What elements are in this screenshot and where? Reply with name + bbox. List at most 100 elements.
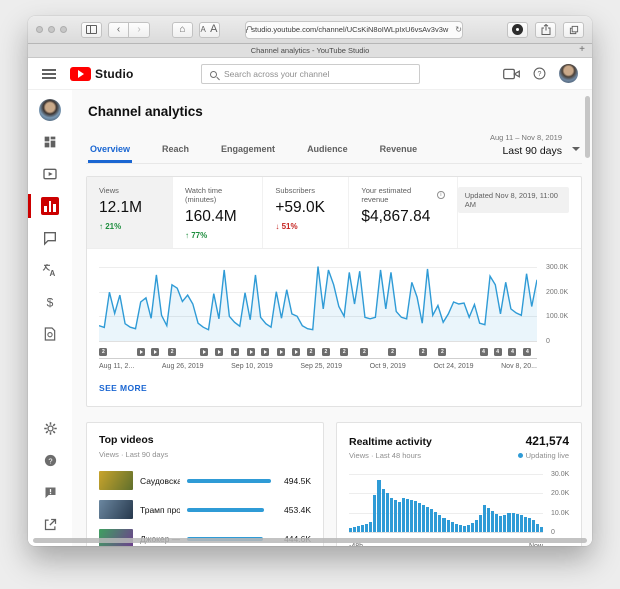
overview-card: Views 12.1M ↑ 21% Watch time (minutes) 160.4… — [86, 176, 582, 407]
svg-text:$: $ — [47, 296, 54, 310]
tab-engagement[interactable]: Engagement — [219, 140, 277, 163]
video-marker[interactable] — [230, 348, 239, 356]
analytics-icon — [41, 197, 59, 215]
sidebar-item-settings[interactable] — [28, 412, 72, 444]
sidebar-item-copyright[interactable] — [28, 318, 72, 350]
top-video-row[interactable]: Саудовская А... 494.5K — [87, 466, 323, 495]
menu-icon[interactable] — [42, 68, 56, 79]
video-marker[interactable] — [136, 348, 145, 356]
sidebar-item-subtitles[interactable]: A — [28, 254, 72, 286]
x-tick-label: Aug 26, 2019 — [161, 363, 204, 370]
sidebar-item-analytics[interactable] — [28, 190, 72, 222]
date-range-picker[interactable]: Aug 11 – Nov 8, 2019 Last 90 days — [490, 133, 582, 163]
metric-label: Subscribers — [275, 186, 315, 195]
video-marker[interactable]: 4 — [508, 348, 517, 356]
share-button[interactable] — [535, 21, 556, 38]
font-smaller-button[interactable]: A — [201, 25, 207, 34]
sidebar-item-feedback[interactable] — [28, 476, 72, 508]
tabs-overview-button[interactable] — [563, 21, 584, 38]
traffic-lights — [36, 26, 67, 33]
home-button[interactable]: ⌂ — [172, 21, 193, 38]
extension-button[interactable] — [507, 21, 528, 38]
realtime-bar — [535, 524, 539, 532]
realtime-bar — [405, 499, 409, 532]
views-bar-track — [187, 478, 271, 483]
browser-tab-title[interactable]: Channel analytics - YouTube Studio — [251, 46, 370, 55]
y-tick-label: 0 — [546, 338, 550, 345]
video-marker[interactable]: 2 — [306, 348, 315, 356]
video-marker[interactable] — [292, 348, 301, 356]
font-size-buttons[interactable]: A A — [199, 21, 220, 38]
video-marker[interactable] — [276, 348, 285, 356]
video-marker[interactable] — [261, 348, 270, 356]
realtime-bar — [438, 514, 442, 532]
copyright-icon — [42, 326, 58, 342]
video-marker[interactable]: 2 — [438, 348, 447, 356]
sidebar-item-classic-studio[interactable] — [28, 508, 72, 540]
page-title: Channel analytics — [88, 104, 203, 119]
sidebar-toggle-button[interactable] — [81, 21, 102, 38]
create-video-icon[interactable] — [503, 68, 520, 80]
top-video-row[interactable]: Трамп против ... 453.4K — [87, 495, 323, 524]
video-marker[interactable]: 2 — [388, 348, 397, 356]
video-marker[interactable]: 2 — [360, 348, 369, 356]
metric-value: 160.4M — [185, 208, 237, 225]
video-title: Трамп против ... — [140, 504, 180, 515]
svg-text:?: ? — [48, 456, 52, 465]
search-input[interactable] — [224, 69, 411, 79]
sidebar-item-comments[interactable] — [28, 222, 72, 254]
video-title: Саудовская А... — [140, 475, 180, 486]
sidebar-item-videos[interactable] — [28, 158, 72, 190]
video-marker[interactable]: 2 — [99, 348, 108, 356]
svg-text:A: A — [49, 269, 55, 278]
video-marker[interactable]: 2 — [321, 348, 330, 356]
metric-your-estimated-revenue[interactable]: Your estimated revenue i $4,867.84 — [349, 177, 458, 248]
video-marker[interactable] — [200, 348, 209, 356]
youtube-studio-logo[interactable]: Studio — [70, 66, 134, 81]
video-marker[interactable]: 4 — [523, 348, 532, 356]
video-marker[interactable] — [215, 348, 224, 356]
channel-search[interactable] — [201, 64, 420, 84]
horizontal-scrollbar[interactable] — [33, 538, 587, 543]
tab-reach[interactable]: Reach — [160, 140, 191, 163]
see-more-link[interactable]: SEE MORE — [87, 370, 581, 406]
sidebar-item-monetization[interactable]: $ — [28, 286, 72, 318]
metric-views[interactable]: Views 12.1M ↑ 21% — [87, 177, 173, 248]
vertical-scrollbar[interactable] — [585, 96, 590, 158]
font-larger-button[interactable]: A — [210, 24, 218, 35]
realtime-bar-chart[interactable] — [349, 470, 543, 540]
help-icon[interactable]: ? — [533, 67, 546, 80]
tab-overview[interactable]: Overview — [88, 140, 132, 163]
views-line-chart[interactable] — [99, 263, 537, 345]
video-marker[interactable]: 4 — [493, 348, 502, 356]
zoom-button[interactable] — [60, 26, 67, 33]
close-button[interactable] — [36, 26, 43, 33]
youtube-logo-icon — [70, 66, 91, 81]
reload-icon[interactable]: ↻ — [455, 25, 462, 34]
back-button[interactable]: ‹ — [108, 21, 129, 38]
tab-revenue[interactable]: Revenue — [378, 140, 420, 163]
realtime-bar — [377, 479, 381, 532]
address-bar[interactable]: studio.youtube.com/channel/UCsKiN8oIWLpI… — [245, 20, 463, 39]
tab-audience[interactable]: Audience — [305, 140, 350, 163]
realtime-bar — [414, 501, 418, 532]
video-marker[interactable]: 2 — [419, 348, 428, 356]
forward-button[interactable]: › — [129, 21, 150, 38]
account-avatar[interactable] — [559, 64, 578, 83]
sidebar-item-channel-avatar[interactable] — [28, 94, 72, 126]
studio-sidebar: A $? — [28, 90, 72, 546]
video-marker[interactable]: 4 — [479, 348, 488, 356]
minimize-button[interactable] — [48, 26, 55, 33]
video-marker[interactable]: 2 — [340, 348, 349, 356]
views-value: 453.4K — [284, 504, 311, 515]
video-marker[interactable] — [150, 348, 159, 356]
metric-subscribers[interactable]: Subscribers +59.0K ↓ 51% — [263, 177, 350, 248]
dashboard-icon — [42, 134, 58, 150]
video-marker[interactable]: 2 — [168, 348, 177, 356]
browser-tab-bar: Channel analytics - YouTube Studio + — [28, 44, 592, 58]
sidebar-item-dashboard[interactable] — [28, 126, 72, 158]
video-marker[interactable] — [246, 348, 255, 356]
sidebar-item-help[interactable]: ? — [28, 444, 72, 476]
metric-watch-time-minutes[interactable]: Watch time (minutes) 160.4M ↑ 77% — [173, 177, 264, 248]
new-tab-button[interactable]: + — [579, 44, 585, 55]
